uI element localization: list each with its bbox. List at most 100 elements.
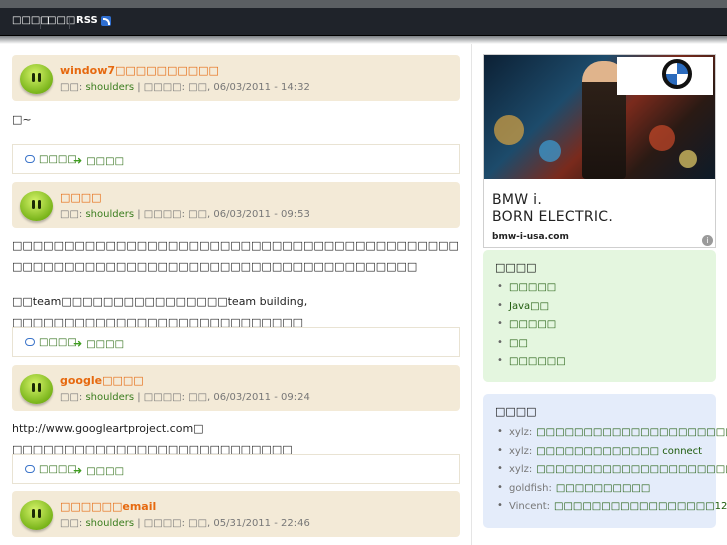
- sidebar-divider: [471, 44, 472, 545]
- recent-comments-list: xylz:□□□□□□□□□□□□□□□□□□□□□ xylz:□□□□□□□□…: [497, 426, 727, 520]
- author-link[interactable]: shoulders: [85, 209, 134, 220]
- meta-prefix: □□:: [60, 209, 83, 220]
- avatar: [20, 500, 53, 530]
- comment-author: xylz:: [509, 464, 533, 475]
- avatar: [20, 191, 53, 221]
- post-title[interactable]: □□□□: [60, 191, 102, 204]
- ad-headline: BMW i.: [492, 192, 543, 208]
- post-meta: □□: shoulders | □□□□: □□, 06/03/2011 - 1…: [60, 82, 310, 93]
- post-header: □□□□ □□: shoulders | □□□□: □□, 06/03/201…: [12, 182, 460, 228]
- post-body: □□□□□□□□□□□□□□□□□□□□□□□□□□□□□□□□□□□□□□□□…: [12, 235, 462, 333]
- bokeh-light: [494, 115, 524, 145]
- post-actions: □□□□ ➜ □□□□: [12, 144, 460, 174]
- ad-url[interactable]: bmw-i-usa.com: [492, 232, 569, 242]
- meta-prefix: □□:: [60, 392, 83, 403]
- comment-icon: [25, 338, 35, 346]
- comment-item: goldfish: □□□□□□□□□□: [497, 482, 727, 502]
- meta-date: | □□□□: □□, 06/03/2011 - 14:32: [137, 82, 310, 93]
- comment-link[interactable]: □□□□□□□□□□□□□□□□□□□□□: [536, 427, 727, 438]
- post-actions: □□□□ ➜ □□□□: [12, 327, 460, 357]
- post-paragraph: □□□□□□□□□□□□□□□□□□□□□□□□□□□□□□□□□□□□□□□□…: [12, 239, 459, 273]
- nav-rss[interactable]: RSS: [76, 15, 98, 26]
- post-paragraph: □~: [12, 113, 32, 126]
- comment-link[interactable]: □□□□□□□□□□□□□□□□□12□□□: [554, 501, 727, 512]
- comment-item: Vincent:□□□□□□□□□□□□□□□□□12□□□: [497, 500, 727, 520]
- arrow-right-icon: ➜: [73, 464, 83, 477]
- read-more-link[interactable]: ➜ □□□□: [73, 154, 124, 167]
- categories-list: □□□□□ Java□□ □□□□□ □□ □□□□□□: [497, 281, 566, 375]
- post-header: google□□□□ □□: shoulders | □□□□: □□, 06/…: [12, 365, 460, 411]
- comment-link[interactable]: □□□□□□□□□□□□□ connect: [536, 446, 702, 457]
- read-more-link[interactable]: ➜ □□□□: [73, 337, 124, 350]
- bokeh-light: [679, 150, 697, 168]
- comment-item: xylz:□□□□□□□□□□□□□□□□□□□□□: [497, 426, 727, 446]
- avatar: [20, 374, 53, 404]
- comment-label: □□□□: [39, 337, 77, 348]
- author-link[interactable]: shoulders: [85, 518, 134, 529]
- nav-divider: [40, 17, 41, 29]
- recent-comments-title: □□□□: [495, 405, 537, 418]
- category-item[interactable]: □□□□□: [497, 281, 566, 301]
- read-more-link[interactable]: ➜ □□□□: [73, 464, 124, 477]
- meta-prefix: □□:: [60, 518, 83, 529]
- comment-item: xylz:□□□□□□□□□□□□□□□□□□□□□□□: [497, 463, 727, 483]
- comment-author: xylz:: [509, 445, 533, 457]
- comment-link[interactable]: □□□□□□□□□□: [556, 483, 650, 494]
- comment-label: □□□□: [39, 154, 77, 165]
- author-link[interactable]: shoulders: [85, 82, 134, 93]
- post-actions: □□□□ ➜ □□□□: [12, 454, 460, 484]
- header-shadow: [0, 36, 727, 44]
- nav-divider: [69, 17, 70, 29]
- post-header: window7□□□□□□□□□□ □□: shoulders | □□□□: …: [12, 55, 460, 101]
- ad-info-icon[interactable]: i: [702, 235, 713, 246]
- recent-comments-box: □□□□ xylz:□□□□□□□□□□□□□□□□□□□□□ xylz:□□□…: [483, 394, 727, 528]
- category-item[interactable]: □□□□□□: [497, 355, 566, 375]
- bokeh-light: [539, 140, 561, 162]
- comment-author: goldfish:: [509, 482, 552, 494]
- ad-subheadline: BORN ELECTRIC.: [492, 209, 614, 225]
- post-header: □□□□□□email □□: shoulders | □□□□: □□, 05…: [12, 491, 460, 537]
- nav-home[interactable]: □□□□: [12, 15, 50, 26]
- comment-link[interactable]: □□□□: [25, 154, 77, 165]
- post-meta: □□: shoulders | □□□□: □□, 06/03/2011 - 0…: [60, 209, 310, 220]
- arrow-right-icon: ➜: [73, 337, 83, 350]
- bokeh-light: [649, 125, 675, 151]
- post-title[interactable]: window7□□□□□□□□□□: [60, 64, 219, 77]
- rss-icon[interactable]: [101, 16, 111, 26]
- post-meta: □□: shoulders | □□□□: □□, 06/03/2011 - 0…: [60, 392, 310, 403]
- ad-photo: [484, 55, 715, 179]
- avatar: [20, 64, 53, 94]
- comment-item: xylz:□□□□□□□□□□□□□ connect: [497, 445, 727, 465]
- read-more-label: □□□□: [86, 156, 125, 167]
- comment-link[interactable]: □□□□: [25, 337, 77, 348]
- read-more-label: □□□□: [86, 339, 125, 350]
- comment-link[interactable]: □□□□□□□□□□□□□□□□□□□□□□□: [536, 464, 727, 475]
- comment-author: Vincent:: [509, 501, 551, 512]
- comment-icon: [25, 465, 35, 473]
- comment-author: xylz:: [509, 427, 533, 438]
- categories-box: □□□□ □□□□□ Java□□ □□□□□ □□ □□□□□□: [483, 250, 716, 382]
- post-title[interactable]: google□□□□: [60, 374, 144, 387]
- category-item[interactable]: □□: [497, 337, 566, 357]
- post-meta: □□: shoulders | □□□□: □□, 05/31/2011 - 2…: [60, 518, 310, 529]
- category-item[interactable]: Java□□: [497, 300, 566, 320]
- meta-date: | □□□□: □□, 06/03/2011 - 09:53: [137, 209, 310, 220]
- comment-label: □□□□: [39, 464, 77, 475]
- top-strip: [0, 0, 727, 8]
- read-more-label: □□□□: [86, 466, 125, 477]
- post-body: □~: [12, 109, 462, 130]
- comment-link[interactable]: □□□□: [25, 464, 77, 475]
- navbar: □□□□ □□□ RSS: [0, 8, 727, 36]
- meta-prefix: □□:: [60, 82, 83, 93]
- bmw-logo-icon: [662, 59, 692, 89]
- categories-title: □□□□: [495, 261, 537, 274]
- author-link[interactable]: shoulders: [85, 392, 134, 403]
- meta-date: | □□□□: □□, 05/31/2011 - 22:46: [137, 518, 310, 529]
- nav-about[interactable]: □□□: [47, 15, 75, 26]
- post-title[interactable]: □□□□□□email: [60, 500, 156, 513]
- meta-date: | □□□□: □□, 06/03/2011 - 09:24: [137, 392, 310, 403]
- bmw-ad-banner[interactable]: BMW i. BORN ELECTRIC. bmw-i-usa.com i: [483, 54, 716, 248]
- category-item[interactable]: □□□□□: [497, 318, 566, 338]
- arrow-right-icon: ➜: [73, 154, 83, 167]
- comment-icon: [25, 155, 35, 163]
